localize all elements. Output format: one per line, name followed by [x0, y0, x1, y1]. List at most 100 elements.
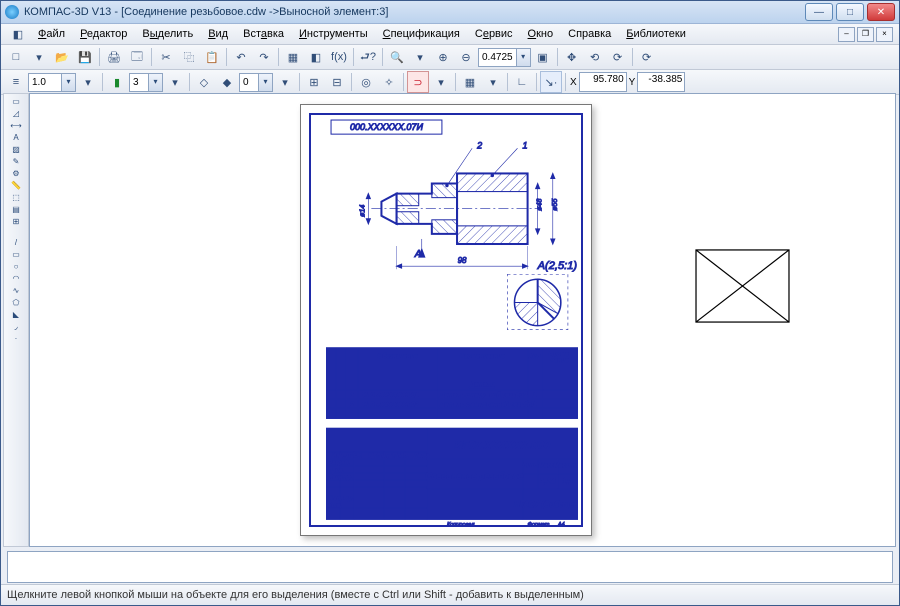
zoom-in-button[interactable]: ⊕: [432, 46, 454, 68]
tool-edit[interactable]: ✎: [11, 156, 22, 167]
tool-circ[interactable]: ○: [11, 261, 22, 272]
mdi-close[interactable]: ×: [876, 27, 893, 42]
layer-dd[interactable]: ▾: [274, 71, 296, 93]
refresh-button[interactable]: ⟳: [636, 46, 658, 68]
redo-button[interactable]: ↷: [253, 46, 275, 68]
svg-text:А4: А4: [557, 522, 565, 526]
toolbar-main: □ ▾ 📂 💾 🖨 🗔 ✂ ⿻ 📋 ↶ ↷ ▦ ◧ f(x) ⮐? 🔍 ▾ ⊕ …: [1, 45, 899, 70]
tool-poly[interactable]: ⬠: [11, 297, 22, 308]
svg-text:Наименование: Наименование: [460, 353, 506, 360]
vars-button[interactable]: f(x): [328, 46, 350, 68]
layer-tool2[interactable]: ◆: [216, 71, 238, 93]
zoom-fit-button[interactable]: ▣: [532, 46, 554, 68]
tool-rep[interactable]: ⊞: [11, 216, 22, 227]
line-width-combo[interactable]: 1.0▾: [28, 73, 76, 92]
svg-text:1,14: 1,14: [540, 477, 556, 486]
tool-geom[interactable]: ◿: [11, 108, 22, 119]
tool-cham[interactable]: ◣: [11, 309, 22, 320]
maximize-button[interactable]: □: [836, 3, 864, 21]
preview-button[interactable]: 🗔: [126, 46, 148, 68]
style-icon[interactable]: ▮: [106, 71, 128, 93]
tool-meas[interactable]: 📏: [11, 180, 22, 191]
menu-window[interactable]: Окно: [522, 26, 560, 42]
tool-pt[interactable]: ·: [11, 333, 22, 344]
property-panel[interactable]: [7, 551, 893, 583]
tool-text[interactable]: A: [11, 132, 22, 143]
paste-button[interactable]: 📋: [201, 46, 223, 68]
snap-button[interactable]: ↘·: [540, 71, 562, 93]
copy-button[interactable]: ⿻: [178, 46, 200, 68]
tool-spec[interactable]: ▤: [11, 204, 22, 215]
magnet-button[interactable]: ⊃: [407, 71, 429, 93]
menu-libs[interactable]: Библиотеки: [620, 26, 692, 42]
ortho-button[interactable]: ∟: [511, 71, 533, 93]
open-button[interactable]: 📂: [51, 46, 73, 68]
menu-help[interactable]: Справка: [562, 26, 617, 42]
new-dropdown[interactable]: ▾: [28, 46, 50, 68]
tool-a[interactable]: ⊞: [303, 71, 325, 93]
zoom-combo[interactable]: 0.4725▾: [478, 48, 531, 67]
tool-dim[interactable]: ⟷: [11, 120, 22, 131]
zoom-window-button[interactable]: 🔍: [386, 46, 408, 68]
mdi-minimize[interactable]: –: [838, 27, 855, 42]
workarea[interactable]: 000.XXXXXX.07И: [29, 93, 896, 547]
menu-edit[interactable]: Редактор: [74, 26, 133, 42]
undo-button[interactable]: ↶: [230, 46, 252, 68]
svg-text:Деталь с наружной резьбой: Деталь с наружной резьбой: [439, 391, 527, 399]
help-arrow-button[interactable]: ⮐?: [357, 46, 379, 68]
menu-file-label: айл: [46, 28, 65, 40]
svg-text:1: 1: [533, 401, 537, 408]
line-style-icon[interactable]: ≡: [5, 71, 27, 93]
menu-view[interactable]: Вид: [202, 26, 234, 42]
grid-dd[interactable]: ▾: [482, 71, 504, 93]
svg-text:Обозначение: Обозначение: [378, 352, 418, 360]
tool-sel[interactable]: ⬚: [11, 192, 22, 203]
tool-d[interactable]: ✧: [378, 71, 400, 93]
menu-tools[interactable]: Инструменты: [293, 26, 374, 42]
tool-hatch[interactable]: ▨: [11, 144, 22, 155]
zoom-out-button[interactable]: ⊖: [455, 46, 477, 68]
tool-c[interactable]: ◎: [355, 71, 377, 93]
cut-button[interactable]: ✂: [155, 46, 177, 68]
style-dd[interactable]: ▾: [164, 71, 186, 93]
tool-fil[interactable]: ◞: [11, 321, 22, 332]
app-menu-icon[interactable]: ◧: [7, 23, 29, 45]
x-coord[interactable]: 95.780: [579, 72, 627, 92]
tool-rect[interactable]: ▭: [11, 249, 22, 260]
style-combo[interactable]: 3▾: [129, 73, 163, 92]
properties-button[interactable]: ▦: [282, 46, 304, 68]
print-button[interactable]: 🖨: [103, 46, 125, 68]
svg-text:1:1: 1:1: [562, 477, 573, 486]
ls-dd[interactable]: ▾: [77, 71, 99, 93]
tool-param[interactable]: ⚙: [11, 168, 22, 179]
layer-combo[interactable]: 0▾: [239, 73, 273, 92]
tool-spl[interactable]: ∿: [11, 285, 22, 296]
svg-text:Соединение резьбовое: Соединение резьбовое: [425, 471, 523, 481]
close-button[interactable]: ✕: [867, 3, 895, 21]
zoom-prev-button[interactable]: ⟲: [584, 46, 606, 68]
zoom-next-button[interactable]: ⟳: [607, 46, 629, 68]
menu-insert[interactable]: Вставка: [237, 26, 290, 42]
menu-file[interactable]: Файл: [32, 26, 71, 42]
minimize-button[interactable]: —: [805, 3, 833, 21]
zoom-dropdown[interactable]: ▾: [409, 46, 431, 68]
layers-button[interactable]: ◧: [305, 46, 327, 68]
layer-tool[interactable]: ◇: [193, 71, 215, 93]
new-button[interactable]: □: [5, 46, 27, 68]
grid-button[interactable]: ▦: [459, 71, 481, 93]
svg-text:Подп.: Подп.: [393, 454, 409, 460]
y-coord[interactable]: -38.385: [637, 72, 685, 92]
tool-arc[interactable]: ◠: [11, 273, 22, 284]
tool-line[interactable]: /: [11, 237, 22, 248]
menu-service[interactable]: Сервис: [469, 26, 519, 42]
menu-spec[interactable]: Спецификация: [377, 26, 466, 42]
menu-select[interactable]: Выделить: [136, 26, 199, 42]
tool-select[interactable]: ▭: [11, 96, 22, 107]
tool-b[interactable]: ⊟: [326, 71, 348, 93]
mdi-restore[interactable]: ❐: [857, 27, 874, 42]
save-button[interactable]: 💾: [74, 46, 96, 68]
zoom-value: 0.4725: [479, 52, 516, 63]
pan-button[interactable]: ✥: [561, 46, 583, 68]
drawing-sheet: 000.XXXXXX.07И: [300, 104, 592, 536]
magnet-dd[interactable]: ▾: [430, 71, 452, 93]
